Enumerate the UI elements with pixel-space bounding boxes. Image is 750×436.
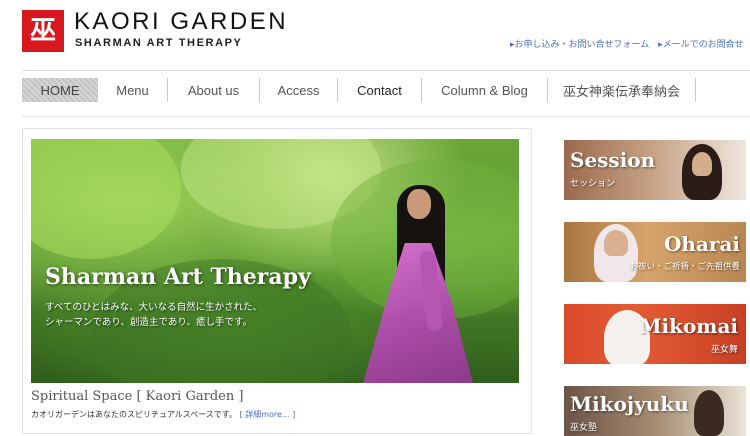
mikojyuku-banner[interactable]: Mikojyuku 巫女塾 [564, 386, 746, 436]
session-banner-title: Session [570, 148, 656, 172]
brand-name[interactable]: KAORI GARDEN [74, 8, 288, 36]
nav-divider-bottom [22, 116, 750, 117]
hero-subtext: カオリガーデンはあなたのスピリチュアルスペースです。 [ 詳細more... ] [31, 409, 295, 420]
nav-item-access[interactable]: Access [260, 78, 338, 102]
nav-divider-top [22, 70, 750, 71]
hero-description-line2: シャーマンであり、創造主であり、癒し手です。 [45, 317, 253, 328]
email-inquiry-link[interactable]: ▸メールでのお問合せ [658, 40, 744, 50]
oharai-banner-subtitle: お祓い・ご祈祷・ご先祖供養 [629, 262, 740, 272]
more-link[interactable]: [ 詳細more... ] [240, 410, 296, 419]
mikomai-banner-subtitle: 巫女舞 [710, 345, 738, 355]
banner-person-face [692, 152, 712, 176]
top-links: ▸お申し込み・お問い合せフォーム ▸メールでのお問合せ [510, 37, 750, 50]
banner-person [694, 390, 724, 436]
oharai-banner-title: Oharai [663, 232, 740, 256]
banner-person-face [604, 230, 628, 256]
oharai-banner[interactable]: Oharai お祓い・ご祈祷・ご先祖供養 [564, 222, 746, 282]
woman-figure-face [407, 189, 431, 219]
apply-form-link[interactable]: ▸お申し込み・お問い合せフォーム [510, 40, 649, 50]
mikomai-banner-title: Mikomai [639, 314, 738, 338]
session-banner[interactable]: Session セッション [564, 140, 746, 200]
hero-panel: Sharman Art Therapy すべてのひとはみな、大いなる自然に生かさ… [22, 128, 532, 434]
nav-item-contact[interactable]: Contact [338, 78, 422, 102]
site-logo[interactable]: 巫 [22, 10, 64, 52]
mikojyuku-banner-title: Mikojyuku [570, 392, 689, 416]
hero-description-line1: すべてのひとはみな、大いなる自然に生かされた、 [45, 302, 263, 313]
nav-item-menu[interactable]: Menu [98, 78, 168, 102]
nav-item-column-blog[interactable]: Column & Blog [422, 78, 548, 102]
nav-item-home[interactable]: HOME [22, 78, 98, 102]
brand-tagline: SHARMAN ART THERAPY [75, 37, 243, 49]
nav-item-about-us[interactable]: About us [168, 78, 260, 102]
hero-subtext-body: カオリガーデンはあなたのスピリチュアルスペースです。 [31, 410, 237, 419]
logo-mark: 巫 [29, 16, 56, 46]
mikomai-banner[interactable]: Mikomai 巫女舞 [564, 304, 746, 364]
hero-title: Sharman Art Therapy [45, 264, 311, 290]
main-nav: HOME Menu About us Access Contact Column… [22, 78, 750, 102]
hero-caption: Spiritual Space [ Kaori Garden ] [31, 389, 244, 404]
hero-image[interactable]: Sharman Art Therapy すべてのひとはみな、大いなる自然に生かさ… [31, 139, 519, 383]
site-header: 巫 KAORI GARDEN SHARMAN ART THERAPY ▸お申し込… [0, 0, 750, 62]
foliage-shape [31, 139, 181, 259]
nav-item-kagura[interactable]: 巫女神楽伝承奉納会 [548, 78, 696, 102]
mikojyuku-banner-subtitle: 巫女塾 [570, 423, 598, 433]
session-banner-subtitle: セッション [570, 179, 616, 189]
